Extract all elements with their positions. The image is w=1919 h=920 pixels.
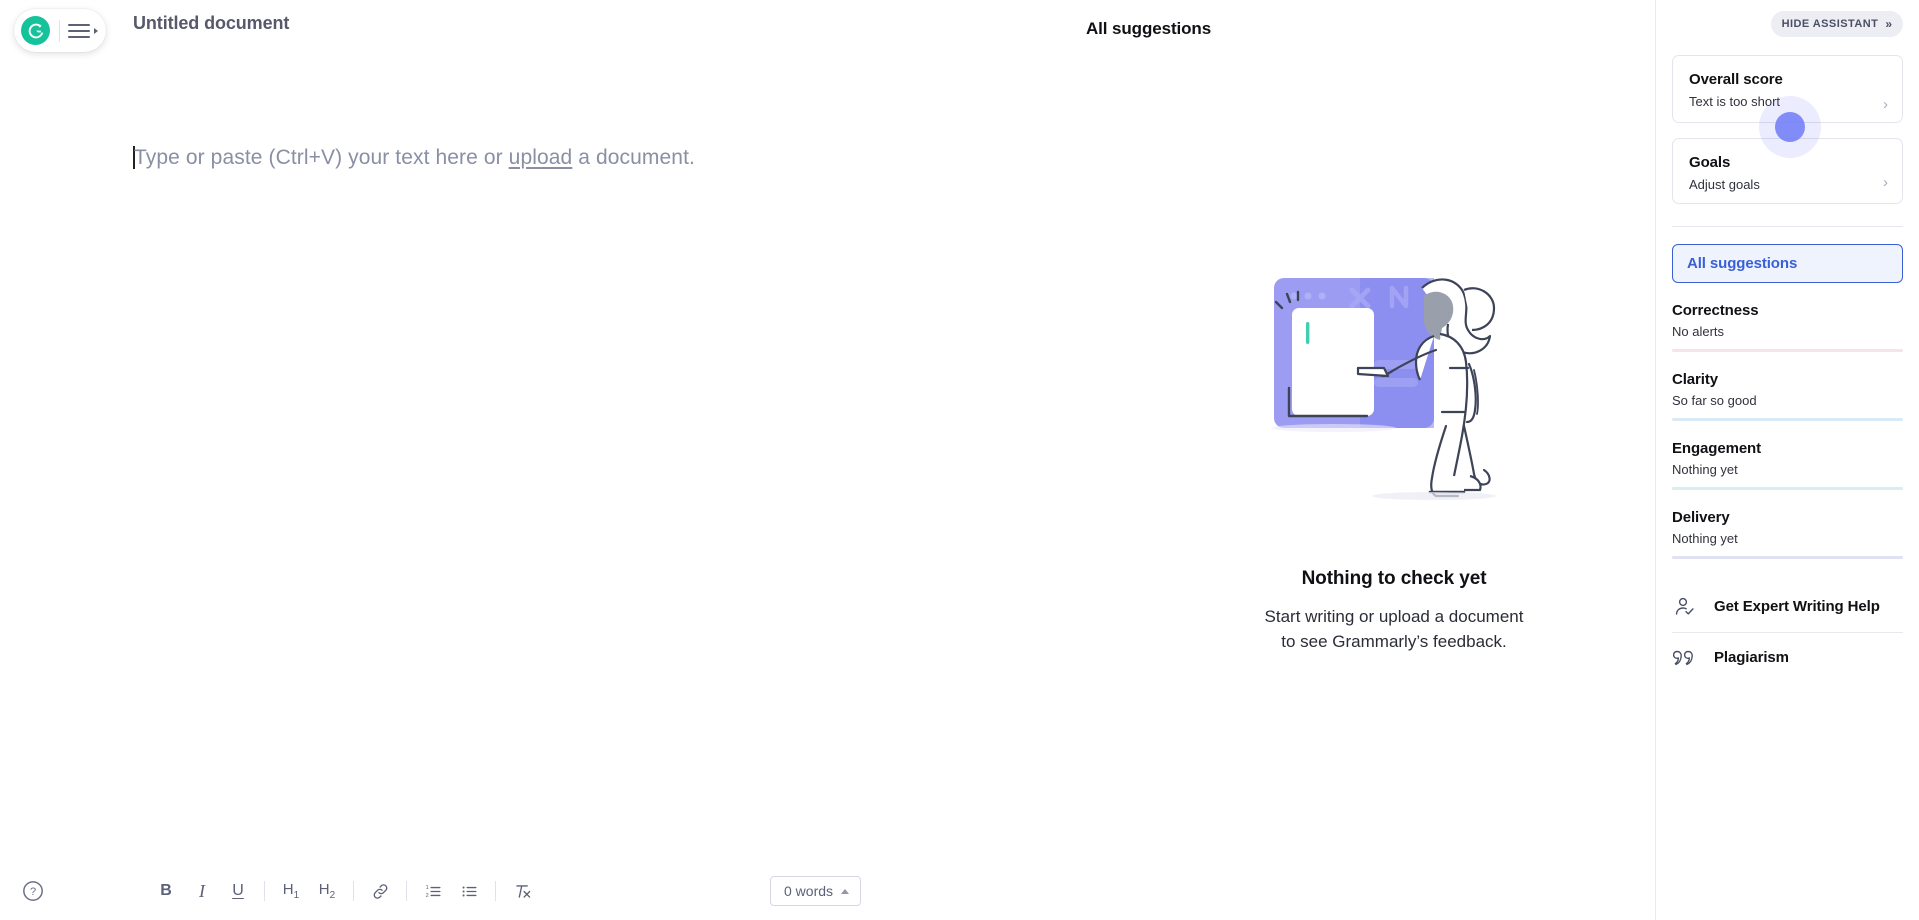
toolbar-divider (264, 881, 265, 901)
hide-assistant-label: HIDE ASSISTANT (1781, 18, 1879, 30)
italic-button[interactable]: I (184, 875, 220, 907)
quote-marks-icon (1672, 647, 1698, 669)
category-status: So far so good (1672, 393, 1757, 408)
category-status: Nothing yet (1672, 462, 1738, 477)
goals-subtitle: Adjust goals (1689, 177, 1760, 192)
overall-score-card[interactable]: Overall score Text is too short › (1672, 55, 1903, 123)
grammarly-editor-window: Untitled document All suggestions Type o… (0, 0, 1919, 920)
clear-formatting-icon[interactable] (504, 875, 540, 907)
bullet-list-icon[interactable] (451, 875, 487, 907)
svg-text:1: 1 (425, 885, 428, 891)
category-status: No alerts (1672, 324, 1725, 339)
overall-score-subtitle: Text is too short (1689, 94, 1781, 109)
category-clarity[interactable]: Clarity So far so good (1672, 352, 1903, 421)
category-title: Correctness (1672, 302, 1759, 319)
category-title: Clarity (1672, 371, 1718, 388)
category-delivery[interactable]: Delivery Nothing yet (1672, 490, 1903, 559)
logo-menu-pill[interactable] (14, 9, 106, 52)
svg-text:?: ? (30, 886, 36, 898)
bottom-toolbar: ? B I U H1 H2 1 2 0 words (0, 862, 1655, 920)
help-icon[interactable]: ? (22, 880, 44, 902)
link-icon[interactable] (362, 875, 398, 907)
heading-2-button[interactable]: H2 (309, 875, 345, 907)
expert-person-check-icon (1672, 595, 1698, 619)
get-expert-writing-help-item[interactable]: Get Expert Writing Help (1672, 581, 1903, 632)
grammarly-logo-icon[interactable] (21, 16, 50, 45)
empty-state-line1: Start writing or upload a document (1264, 607, 1524, 626)
category-title: Delivery (1672, 509, 1730, 526)
empty-state: Nothing to check yet Start writing or up… (1184, 260, 1604, 654)
assistant-sidebar: HIDE ASSISTANT » Overall score Text is t… (1655, 0, 1919, 920)
overall-score-title: Overall score (1689, 71, 1783, 88)
underline-button[interactable]: U (220, 875, 256, 907)
toolbar-divider (406, 881, 407, 901)
chevron-right-icon: › (1883, 96, 1888, 113)
menu-button[interactable] (68, 23, 98, 38)
hamburger-icon (68, 23, 90, 38)
editor-placeholder[interactable]: Type or paste (Ctrl+V) your text here or… (133, 146, 695, 170)
toolbar-divider (353, 881, 354, 901)
heading-1-button[interactable]: H1 (273, 875, 309, 907)
chevron-right-icon: › (1883, 174, 1888, 191)
category-status: Nothing yet (1672, 531, 1738, 546)
sidebar-divider (1672, 226, 1903, 227)
empty-state-line2: to see Grammarly’s feedback. (1281, 632, 1507, 652)
tab-all-suggestions[interactable]: All suggestions (1672, 244, 1903, 283)
empty-state-title: Nothing to check yet (1301, 568, 1487, 589)
toolbar-divider (495, 881, 496, 901)
footer-item-label: Get Expert Writing Help (1714, 598, 1880, 616)
word-count-button[interactable]: 0 words (770, 876, 862, 906)
svg-text:2: 2 (425, 893, 428, 899)
numbered-list-icon[interactable]: 1 2 (415, 875, 451, 907)
goals-card[interactable]: Goals Adjust goals › (1672, 138, 1903, 204)
hide-assistant-button[interactable]: HIDE ASSISTANT » (1771, 11, 1903, 37)
writing-illustration (1272, 278, 1496, 500)
placeholder-prefix: Type or paste (Ctrl+V) your text here or (134, 146, 509, 169)
category-title: Engagement (1672, 440, 1762, 457)
goals-title: Goals (1689, 154, 1731, 171)
document-title[interactable]: Untitled document (133, 13, 289, 34)
logo-divider (59, 19, 60, 42)
placeholder-suffix: a document. (572, 146, 695, 169)
category-correctness[interactable]: Correctness No alerts (1672, 283, 1903, 352)
upload-link[interactable]: upload (509, 146, 573, 169)
caret-up-icon (841, 888, 850, 894)
chevron-right-icon (94, 27, 98, 34)
word-count-label: 0 words (784, 883, 834, 899)
plagiarism-item[interactable]: Plagiarism (1672, 633, 1903, 682)
formatting-tools: B I U H1 H2 1 2 (148, 875, 540, 907)
text-editor-area[interactable]: Type or paste (Ctrl+V) your text here or… (0, 60, 1655, 920)
footer-item-label: Plagiarism (1714, 649, 1789, 667)
empty-state-subtitle: Start writing or upload a document to se… (1184, 604, 1604, 654)
category-engagement[interactable]: Engagement Nothing yet (1672, 421, 1903, 490)
chevron-double-right-icon: » (1885, 17, 1893, 31)
suggestions-panel-title: All suggestions (1086, 19, 1212, 38)
bold-button[interactable]: B (148, 875, 184, 907)
